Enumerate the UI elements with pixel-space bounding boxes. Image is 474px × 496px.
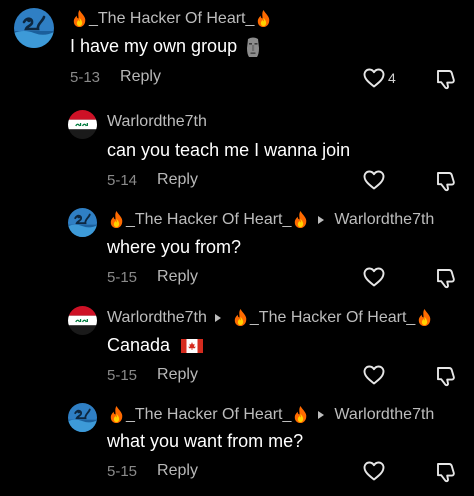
comment-meta: 5-15 Reply <box>107 366 198 384</box>
comment-date: 5-14 <box>107 171 138 189</box>
comment-meta: 5-13 Reply <box>70 68 161 86</box>
fire-icon <box>291 210 310 229</box>
reply-item: _The Hacker Of Heart_ Warlordthe7th what… <box>0 396 474 496</box>
fire-icon <box>415 308 434 327</box>
author-name: Warlordthe7th <box>107 113 207 130</box>
reply-item: _The Hacker Of Heart_ Warlordthe7th wher… <box>0 200 474 298</box>
author-name: Warlordthe7th <box>107 308 207 326</box>
like-button[interactable] <box>362 168 386 192</box>
like-button[interactable] <box>362 265 386 289</box>
reply-button[interactable]: Reply <box>157 462 198 480</box>
comment-text-content: Canada <box>107 335 171 355</box>
triangle-right-icon <box>316 410 326 420</box>
comment-date: 5-15 <box>107 366 138 384</box>
comment-author[interactable]: Warlordthe7th _The Hacker Of Heart_ <box>107 308 434 327</box>
fire-icon <box>291 405 310 424</box>
thumbs-down-icon <box>434 169 458 193</box>
heart-icon <box>362 168 386 192</box>
reply-to-name[interactable]: Warlordthe7th <box>334 406 434 424</box>
dislike-button[interactable] <box>434 364 458 393</box>
heart-icon <box>362 265 386 289</box>
author-name: _The Hacker Of Heart_ <box>126 405 292 423</box>
avatar[interactable] <box>68 403 97 432</box>
reply-button[interactable]: Reply <box>120 68 161 86</box>
reply-item: Warlordthe7th _The Hacker Of Heart_ Cana… <box>0 298 474 396</box>
comment-text: can you teach me I wanna join <box>107 140 351 160</box>
reply-to-name[interactable]: _The Hacker Of Heart_ <box>250 309 415 327</box>
comment-author[interactable]: _The Hacker Of Heart_ Warlordthe7th <box>107 210 434 229</box>
comment-text: Canada <box>107 335 204 356</box>
fire-icon <box>70 9 89 28</box>
reply-button[interactable]: Reply <box>157 171 198 189</box>
thumbs-down-icon <box>434 67 458 91</box>
like-button[interactable] <box>362 459 386 483</box>
avatar[interactable] <box>14 8 54 48</box>
comment-meta: 5-15 Reply <box>107 462 198 480</box>
heart-icon <box>362 66 386 90</box>
triangle-right-icon <box>213 313 223 323</box>
comment-date: 5-15 <box>107 268 138 286</box>
comment-item: _The Hacker Of Heart_ I have my own grou… <box>0 0 474 100</box>
comment-thread: _The Hacker Of Heart_ I have my own grou… <box>0 0 474 496</box>
reply-item: Warlordthe7th can you teach me I wanna j… <box>0 100 474 200</box>
comment-author[interactable]: Warlordthe7th <box>107 113 207 131</box>
heart-icon <box>362 459 386 483</box>
comment-author[interactable]: _The Hacker Of Heart_ <box>70 9 273 28</box>
fire-icon <box>107 405 126 424</box>
thumbs-down-icon <box>434 460 458 484</box>
like-button[interactable]: 4 <box>362 66 396 90</box>
comment-text: where you from? <box>107 237 242 257</box>
dislike-button[interactable] <box>434 460 458 489</box>
reply-button[interactable]: Reply <box>157 268 198 286</box>
moai-icon <box>247 37 260 58</box>
fire-icon <box>107 210 126 229</box>
avatar[interactable] <box>68 306 97 335</box>
comment-date: 5-15 <box>107 462 138 480</box>
comment-meta: 5-14 Reply <box>107 171 198 189</box>
like-count: 4 <box>388 70 396 86</box>
fire-icon <box>254 9 273 28</box>
reply-to-name[interactable]: Warlordthe7th <box>334 211 434 229</box>
thumbs-down-icon <box>434 364 458 388</box>
comment-date: 5-13 <box>70 68 101 86</box>
comment-meta: 5-15 Reply <box>107 268 198 286</box>
author-name: _The Hacker Of Heart_ <box>89 9 255 27</box>
heart-icon <box>362 363 386 387</box>
fire-icon <box>231 308 250 327</box>
avatar[interactable] <box>68 208 97 237</box>
like-button[interactable] <box>362 363 386 387</box>
dislike-button[interactable] <box>434 266 458 295</box>
dislike-button[interactable] <box>434 67 458 96</box>
comment-text: what you want from me? <box>107 431 304 451</box>
canada-flag-icon <box>181 339 204 354</box>
reply-button[interactable]: Reply <box>157 366 198 384</box>
thumbs-down-icon <box>434 266 458 290</box>
dislike-button[interactable] <box>434 169 458 198</box>
comment-text-content: I have my own group <box>70 36 238 56</box>
comment-text: I have my own group <box>70 36 262 58</box>
author-name: _The Hacker Of Heart_ <box>126 210 292 228</box>
comment-author[interactable]: _The Hacker Of Heart_ Warlordthe7th <box>107 405 434 424</box>
avatar[interactable] <box>68 110 97 139</box>
triangle-right-icon <box>316 215 326 225</box>
